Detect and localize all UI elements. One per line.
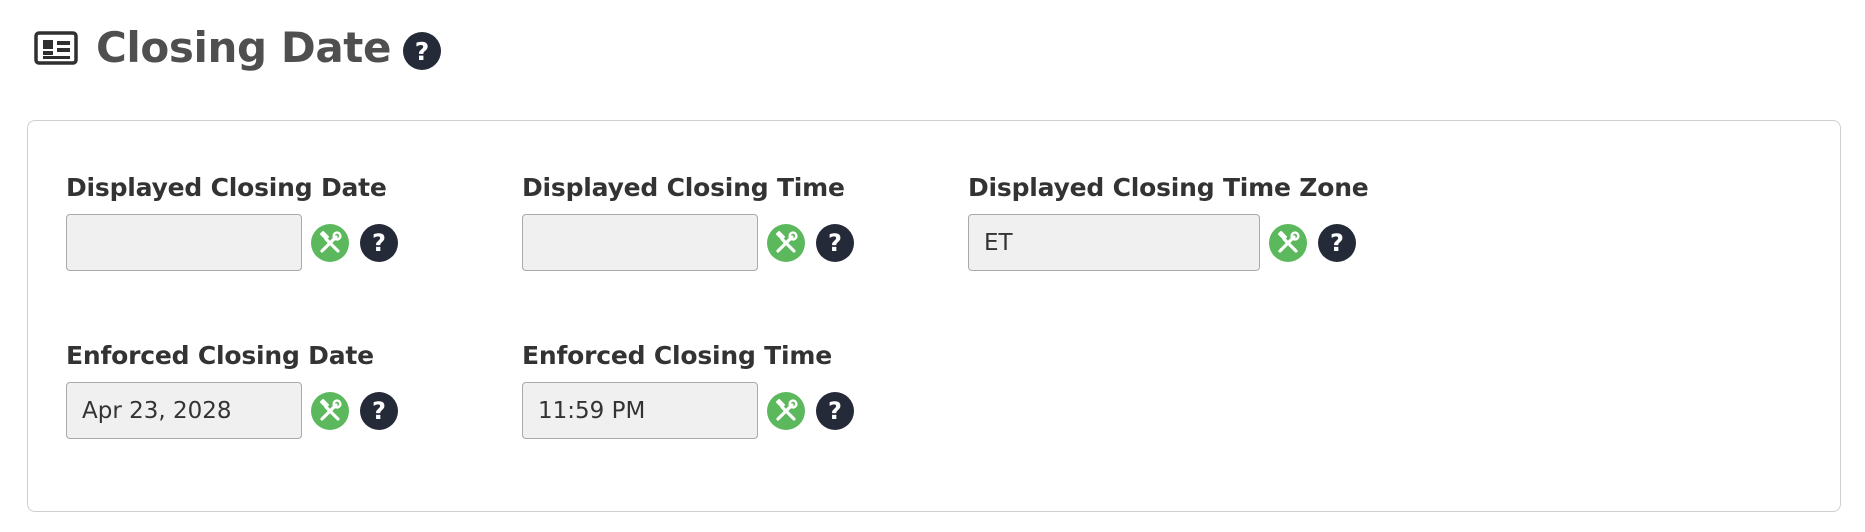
tools-icon[interactable] — [767, 223, 805, 262]
field-enforced-closing-time: Enforced Closing Time ? — [522, 343, 854, 439]
help-icon[interactable]: ? — [1318, 223, 1356, 262]
field-row: ? — [968, 214, 1369, 271]
help-icon[interactable]: ? — [360, 391, 398, 430]
closing-date-panel: Displayed Closing Date ? Displayed Closi… — [27, 120, 1841, 512]
help-icon[interactable]: ? — [403, 32, 442, 70]
field-label: Displayed Closing Time — [522, 173, 845, 202]
field-enforced-closing-date: Enforced Closing Date ? — [66, 343, 398, 439]
displayed-closing-time-input[interactable] — [522, 214, 758, 271]
field-displayed-closing-time: Displayed Closing Time ? — [522, 175, 854, 271]
field-label: Enforced Closing Date — [66, 341, 374, 370]
field-displayed-closing-date: Displayed Closing Date ? — [66, 175, 398, 271]
help-icon[interactable]: ? — [360, 223, 398, 262]
help-icon[interactable]: ? — [816, 223, 854, 262]
page-title: Closing Date — [96, 23, 392, 72]
section-header: Closing Date ? — [34, 20, 442, 76]
enforced-closing-time-input[interactable] — [522, 382, 758, 439]
field-label: Displayed Closing Time Zone — [968, 173, 1369, 202]
field-label: Enforced Closing Time — [522, 341, 832, 370]
field-displayed-closing-time-zone: Displayed Closing Time Zone ? — [968, 175, 1369, 271]
field-row: ? — [522, 382, 854, 439]
tools-icon[interactable] — [311, 223, 349, 262]
field-row: ? — [522, 214, 854, 271]
tools-icon[interactable] — [311, 391, 349, 430]
field-row: ? — [66, 214, 398, 271]
field-row: ? — [66, 382, 398, 439]
enforced-closing-date-input[interactable] — [66, 382, 302, 439]
id-card-icon — [34, 30, 78, 66]
help-icon[interactable]: ? — [816, 391, 854, 430]
tools-icon[interactable] — [767, 391, 805, 430]
displayed-closing-date-input[interactable] — [66, 214, 302, 271]
tools-icon[interactable] — [1269, 223, 1307, 262]
field-label: Displayed Closing Date — [66, 173, 387, 202]
displayed-closing-time-zone-input[interactable] — [968, 214, 1260, 271]
